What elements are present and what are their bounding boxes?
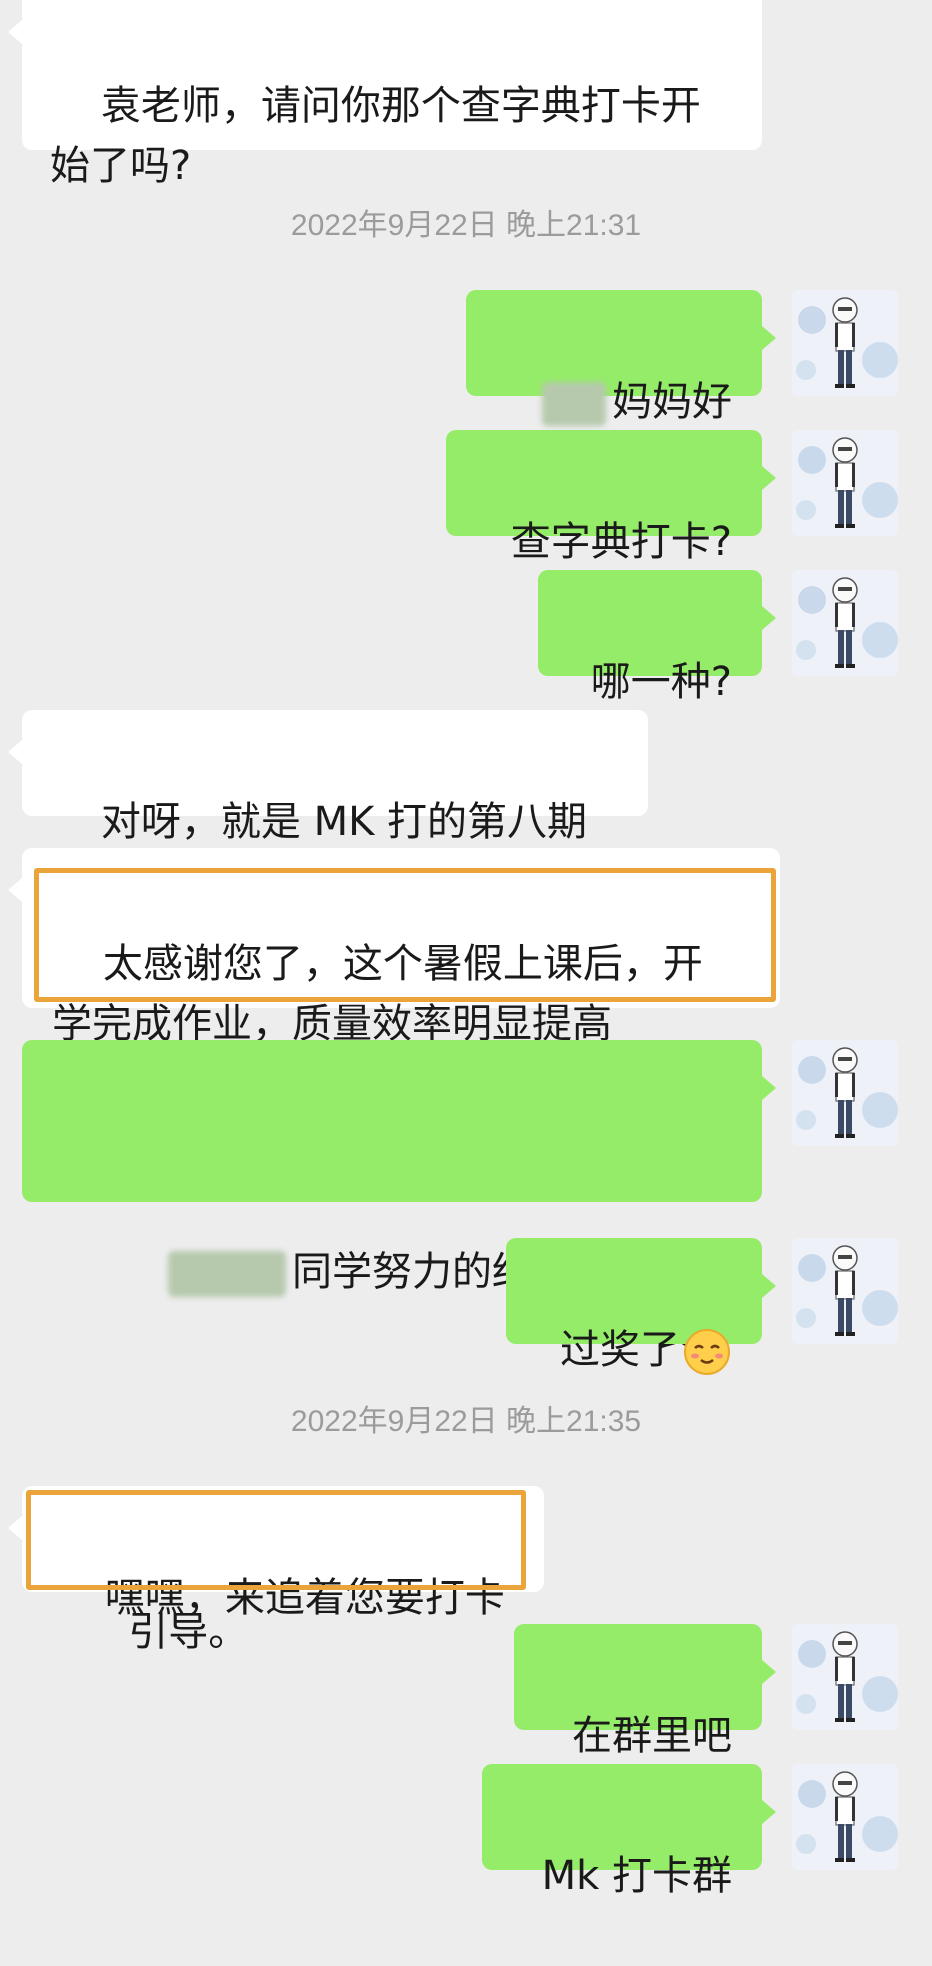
avatar[interactable]: [792, 290, 898, 396]
message-outgoing[interactable]: 哪一种?: [538, 570, 776, 705]
message-outgoing[interactable]: 查字典打卡?: [446, 430, 776, 565]
message-outgoing[interactable]: 同学努力的结果，还有家长的 引导。: [22, 1040, 776, 1655]
message-outgoing[interactable]: 过奖了: [506, 1238, 776, 1375]
message-incoming[interactable]: 袁老师，请问你那个查字典打卡开 始了吗?: [8, 0, 762, 189]
shy-smile-emoji-icon: [684, 1329, 730, 1375]
timestamp: 2022年9月22日 晚上21:31: [290, 209, 642, 242]
chat-window: 袁老师，请问你那个查字典打卡开 始了吗? 2022年9月22日 晚上21:31 …: [0, 0, 932, 1899]
message-text: 妈妈好: [612, 379, 732, 425]
message-outgoing[interactable]: Mk 打卡群: [482, 1764, 776, 1899]
cartoon-person-avatar-icon: [796, 437, 898, 528]
timestamp: 2022年9月22日 晚上21:35: [290, 1405, 642, 1438]
message-text: 在群里吧: [572, 1713, 732, 1759]
avatar[interactable]: [792, 1040, 898, 1146]
avatar[interactable]: [792, 1764, 898, 1870]
redacted-name: [542, 382, 606, 426]
highlight-frame: [26, 1490, 526, 1590]
avatar[interactable]: [792, 430, 898, 536]
message-text: 哪一种?: [590, 659, 732, 705]
message-text: 袁老师，请问你那个查字典打卡开 始了吗?: [50, 83, 701, 189]
cartoon-person-avatar-icon: [796, 1245, 898, 1336]
cartoon-person-avatar-icon: [796, 577, 898, 668]
message-outgoing[interactable]: 在群里吧: [514, 1624, 776, 1759]
avatar[interactable]: [792, 1624, 898, 1730]
cartoon-person-avatar-icon: [796, 1047, 898, 1138]
avatar[interactable]: [792, 570, 898, 676]
avatar[interactable]: [792, 1238, 898, 1344]
message-text: 对呀，就是 MK 打的第八期: [100, 799, 588, 845]
message-text: 查字典打卡?: [510, 519, 732, 565]
redacted-name: [168, 1251, 286, 1297]
cartoon-person-avatar-icon: [796, 1631, 898, 1722]
cartoon-person-avatar-icon: [796, 1771, 898, 1862]
message-text: 过奖了: [560, 1327, 680, 1373]
highlight-frame: [34, 868, 776, 1002]
message-outgoing[interactable]: 妈妈好: [466, 290, 776, 426]
cartoon-person-avatar-icon: [796, 297, 898, 388]
message-incoming[interactable]: 对呀，就是 MK 打的第八期: [8, 710, 648, 845]
message-text: Mk 打卡群: [541, 1853, 732, 1899]
